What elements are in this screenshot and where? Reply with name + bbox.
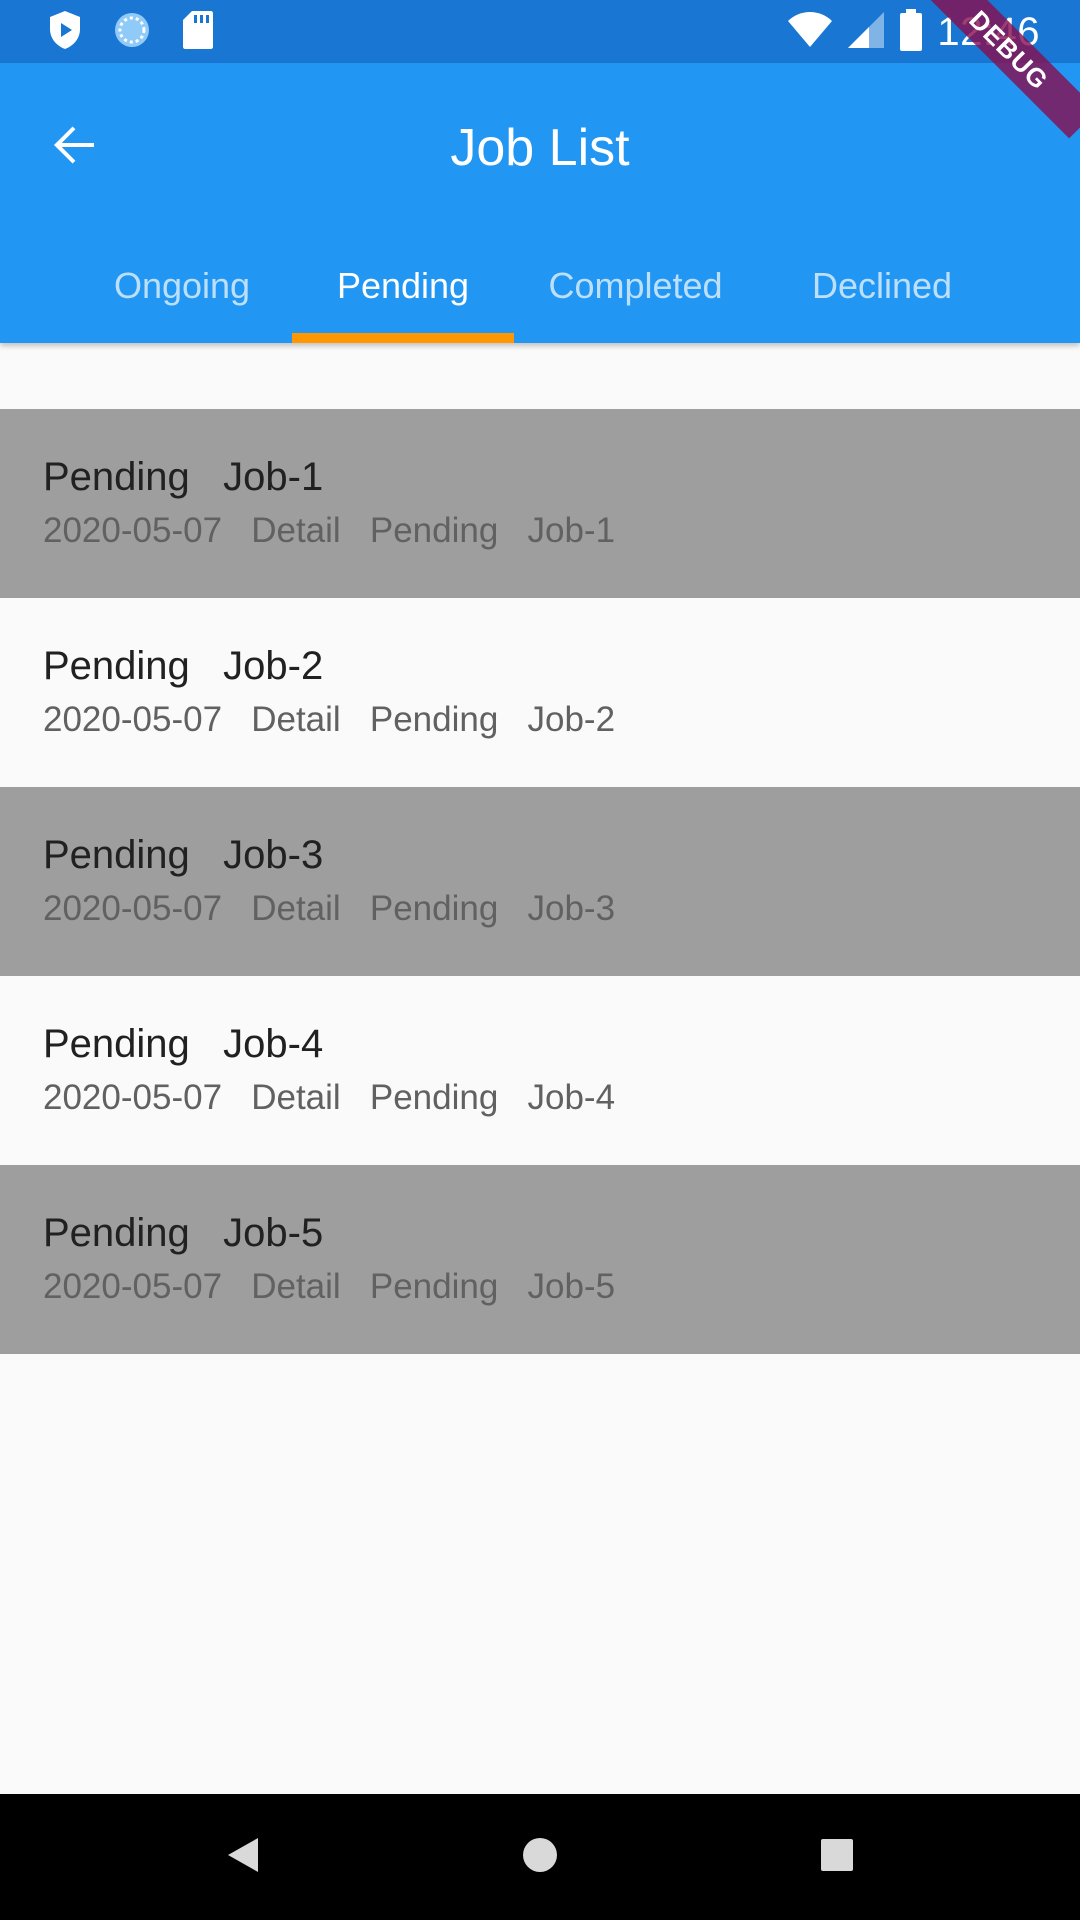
page-title: Job List	[450, 119, 630, 177]
battery-icon	[899, 8, 923, 56]
tab-label: Ongoing	[113, 265, 251, 306]
sync-circle-icon	[112, 10, 152, 55]
job-list-item[interactable]: Pending Job-1 2020-05-07 Detail Pending …	[0, 409, 1080, 598]
tab-ongoing[interactable]: Ongoing	[72, 229, 292, 343]
play-protect-icon	[48, 10, 82, 55]
tab-indicator	[292, 333, 514, 343]
app-bar: Job List Ongoing Pending Completed Decli…	[0, 63, 1080, 343]
wifi-icon	[787, 11, 833, 53]
job-title: Pending Job-3	[43, 833, 324, 877]
job-title: Pending Job-5	[43, 1211, 324, 1255]
job-title: Pending Job-2	[43, 644, 324, 688]
job-subtitle: 2020-05-07 Detail Pending Job-3	[43, 889, 616, 928]
tab-label: Pending	[336, 265, 470, 306]
status-icons-left	[48, 10, 214, 54]
job-list-item[interactable]: Pending Job-4 2020-05-07 Detail Pending …	[0, 976, 1080, 1165]
job-subtitle: 2020-05-07 Detail Pending Job-2	[43, 700, 616, 739]
nav-home-button[interactable]	[500, 1817, 580, 1897]
job-list-item[interactable]: Pending Job-2 2020-05-07 Detail Pending …	[0, 598, 1080, 787]
nav-home-icon	[521, 1836, 559, 1879]
tab-pending[interactable]: Pending	[292, 229, 514, 343]
nav-recents-button[interactable]	[797, 1817, 877, 1897]
tab-declined[interactable]: Declined	[757, 229, 1007, 343]
nav-back-button[interactable]	[202, 1817, 282, 1897]
tab-label: Declined	[811, 265, 953, 306]
cell-signal-icon	[847, 11, 885, 54]
job-list-item[interactable]: Pending Job-5 2020-05-07 Detail Pending …	[0, 1165, 1080, 1354]
tab-completed[interactable]: Completed	[514, 229, 757, 343]
job-title: Pending Job-4	[43, 1022, 324, 1066]
status-bar: 12:46	[0, 0, 1080, 63]
job-subtitle: 2020-05-07 Detail Pending Job-5	[43, 1267, 616, 1306]
job-subtitle: 2020-05-07 Detail Pending Job-1	[43, 511, 616, 550]
nav-back-icon	[224, 1835, 260, 1880]
job-list: Pending Job-1 2020-05-07 Detail Pending …	[0, 409, 1080, 1354]
tab-bar: Ongoing Pending Completed Declined	[72, 229, 1007, 343]
job-title: Pending Job-1	[43, 455, 324, 499]
nav-recents-icon	[820, 1838, 854, 1877]
navigation-bar	[0, 1794, 1080, 1920]
job-subtitle: 2020-05-07 Detail Pending Job-4	[43, 1078, 616, 1117]
sd-card-icon	[182, 10, 214, 55]
job-list-item[interactable]: Pending Job-3 2020-05-07 Detail Pending …	[0, 787, 1080, 976]
tab-label: Completed	[548, 265, 723, 306]
